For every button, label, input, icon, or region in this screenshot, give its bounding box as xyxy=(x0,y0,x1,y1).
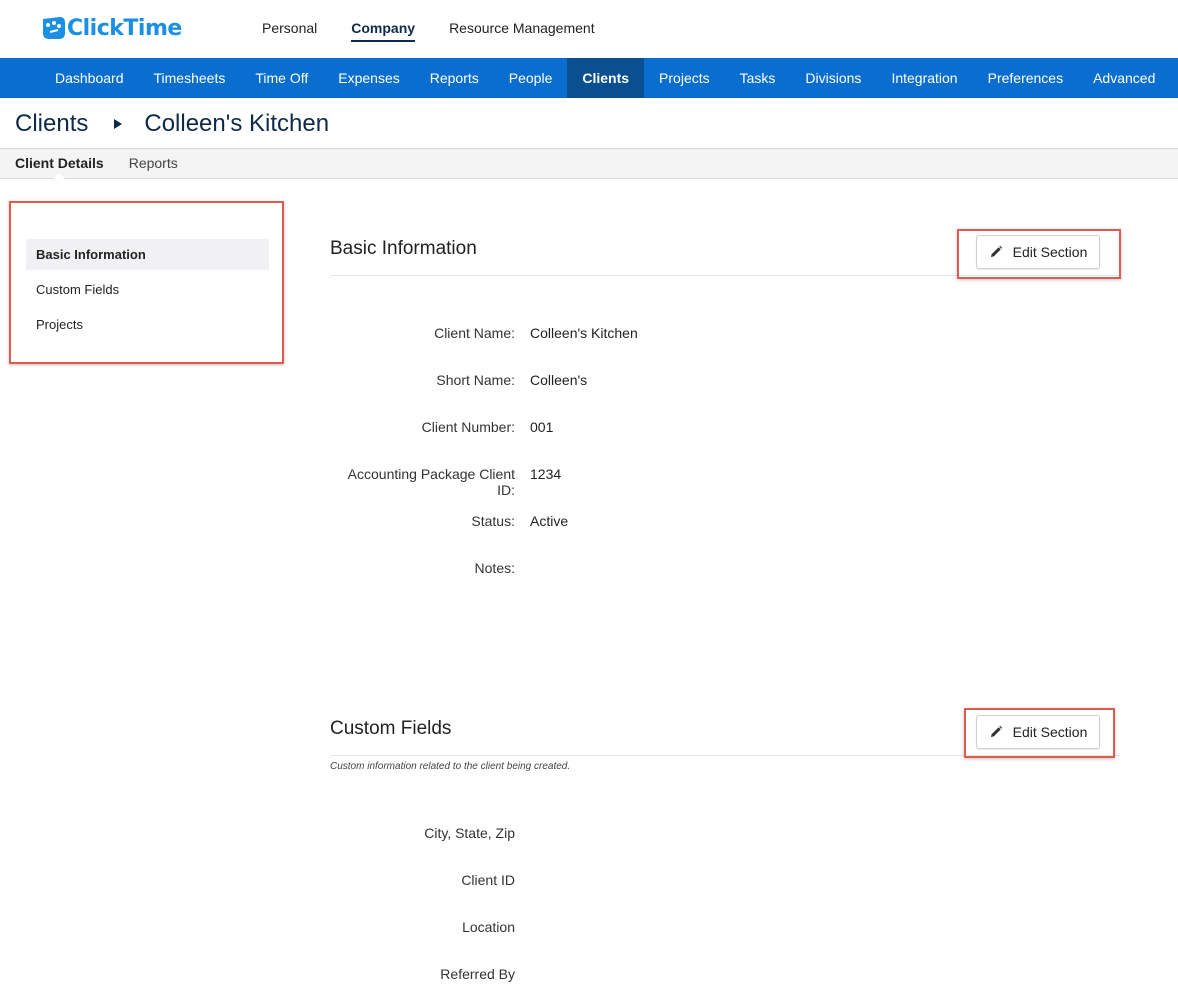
nav-clients[interactable]: Clients xyxy=(567,58,645,98)
main-nav: Dashboard Timesheets Time Off Expenses R… xyxy=(0,58,1178,98)
client-number-label: Client Number: xyxy=(421,419,515,435)
edit-section-label: Edit Section xyxy=(1012,724,1088,740)
status-value: Active xyxy=(530,513,569,529)
tab-client-details[interactable]: Client Details xyxy=(15,149,104,179)
topnav-resource-management[interactable]: Resource Management xyxy=(449,0,595,58)
basic-edit-section-button[interactable]: Edit Section xyxy=(976,235,1100,269)
nav-tasks[interactable]: Tasks xyxy=(725,58,791,98)
breadcrumb: Clients Colleen's Kitchen xyxy=(15,108,329,140)
nav-people[interactable]: People xyxy=(494,58,568,98)
city-state-zip-label: City, State, Zip xyxy=(424,825,515,841)
top-bar: ClickTime Personal Company Resource Mana… xyxy=(0,0,1178,58)
topnav-personal[interactable]: Personal xyxy=(262,0,317,58)
clicktime-logo[interactable]: ClickTime xyxy=(40,13,182,43)
custom-fields-description: Custom information related to the client… xyxy=(330,761,571,772)
sub-tabs: Client Details Reports xyxy=(0,148,1178,179)
nav-time-off[interactable]: Time Off xyxy=(240,58,323,98)
breadcrumb-clients-link[interactable]: Clients xyxy=(15,110,88,138)
side-item-projects[interactable]: Projects xyxy=(26,309,269,340)
referred-by-label: Referred By xyxy=(440,966,515,982)
side-item-custom-fields[interactable]: Custom Fields xyxy=(26,274,269,305)
accounting-id-label: Accounting Package Client ID: xyxy=(347,466,515,498)
topnav-company[interactable]: Company xyxy=(351,0,415,58)
nav-divisions[interactable]: Divisions xyxy=(790,58,876,98)
side-menu: Basic Information Custom Fields Projects xyxy=(26,239,269,344)
breadcrumb-arrow-icon xyxy=(114,119,123,129)
basic-information-title: Basic Information xyxy=(330,238,477,259)
location-label: Location xyxy=(462,919,515,935)
notes-label: Notes: xyxy=(474,560,515,576)
accounting-id-value: 1234 xyxy=(530,466,562,482)
tab-reports[interactable]: Reports xyxy=(129,149,178,178)
pencil-icon xyxy=(989,245,1003,259)
nav-projects[interactable]: Projects xyxy=(644,58,725,98)
client-name-label: Client Name: xyxy=(434,325,515,341)
client-id-label: Client ID xyxy=(461,872,515,888)
short-name-value: Colleen's xyxy=(530,372,588,388)
page-title: Colleen's Kitchen xyxy=(144,110,330,137)
custom-edit-section-button[interactable]: Edit Section xyxy=(976,715,1100,749)
clock-logo-icon xyxy=(40,15,66,41)
pencil-icon xyxy=(989,725,1003,739)
top-nav: Personal Company Resource Management xyxy=(262,0,629,58)
nav-reports[interactable]: Reports xyxy=(415,58,494,98)
edit-section-label: Edit Section xyxy=(1012,244,1088,260)
brand-name: ClickTime xyxy=(67,15,182,41)
nav-integration[interactable]: Integration xyxy=(876,58,972,98)
nav-dashboard[interactable]: Dashboard xyxy=(40,58,139,98)
custom-fields-title: Custom Fields xyxy=(330,718,452,739)
side-item-basic-information[interactable]: Basic Information xyxy=(26,239,269,270)
nav-preferences[interactable]: Preferences xyxy=(973,58,1078,98)
nav-expenses[interactable]: Expenses xyxy=(323,58,414,98)
nav-advanced[interactable]: Advanced xyxy=(1078,58,1170,98)
client-name-value: Colleen's Kitchen xyxy=(530,325,638,341)
status-label: Status: xyxy=(471,513,515,529)
client-number-value: 001 xyxy=(530,419,554,435)
short-name-label: Short Name: xyxy=(436,372,515,388)
nav-timesheets[interactable]: Timesheets xyxy=(139,58,241,98)
